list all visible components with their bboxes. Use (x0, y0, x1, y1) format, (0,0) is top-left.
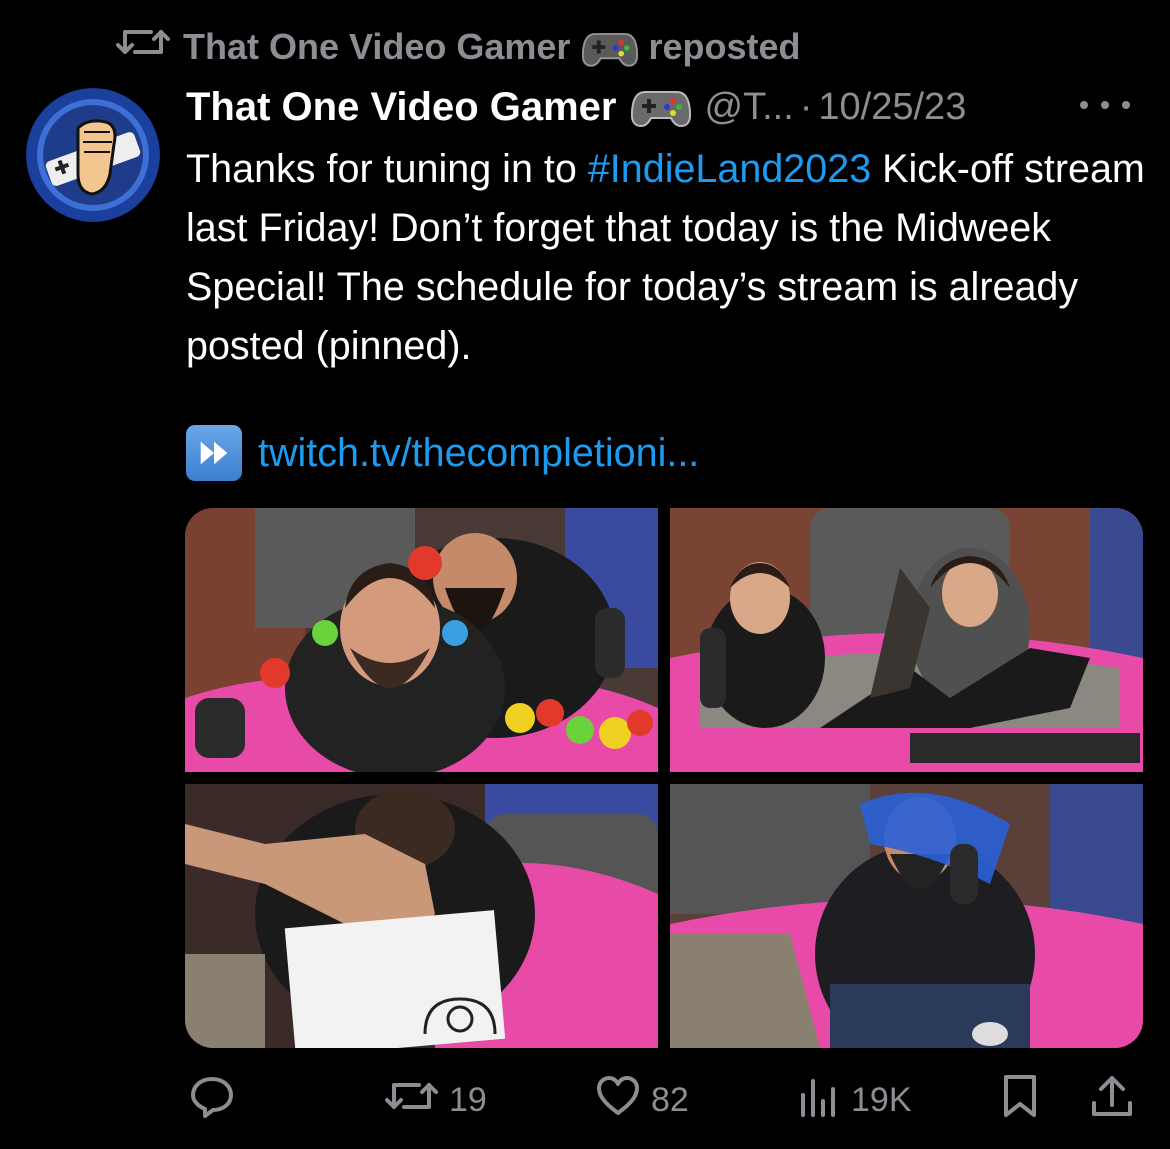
reposter-name[interactable]: That One Video Gamer (183, 26, 570, 68)
more-icon[interactable] (1080, 90, 1130, 120)
author-display-name[interactable]: That One Video Gamer (186, 85, 617, 130)
reply-button[interactable] (189, 1073, 245, 1128)
share-button[interactable] (1089, 1073, 1135, 1128)
like-count: 82 (651, 1080, 689, 1119)
views-count: 19K (851, 1080, 912, 1119)
views-icon (795, 1073, 841, 1128)
twitch-link[interactable]: twitch.tv/thecompletioni... (258, 431, 699, 476)
repost-button[interactable]: 19 (383, 1073, 487, 1128)
gamepad-emoji-icon (630, 86, 691, 128)
repost-context[interactable]: That One Video Gamer reposted (115, 22, 801, 71)
bookmark-button[interactable] (997, 1073, 1043, 1128)
bookmark-icon (997, 1073, 1043, 1128)
views-button[interactable]: 19K (795, 1073, 912, 1128)
action-bar: 19 82 19K (185, 1070, 1145, 1130)
tweet-body: Thanks for tuning in to #IndieLand2023 K… (186, 140, 1151, 376)
link-line: twitch.tv/thecompletioni... (186, 425, 699, 481)
author-handle[interactable]: @T... (705, 86, 794, 129)
tweet-date[interactable]: 10/25/23 (818, 86, 966, 129)
tweet-header: That One Video Gamer @T... · 10/25/23 (186, 80, 1150, 134)
date-separator: · (799, 85, 813, 128)
repost-count: 19 (449, 1080, 487, 1119)
hashtag-link[interactable]: #IndieLand2023 (588, 147, 871, 191)
repost-icon (115, 22, 171, 71)
photo-1[interactable] (185, 508, 658, 772)
photo-3[interactable] (185, 784, 658, 1048)
reply-icon (189, 1073, 235, 1128)
repost-icon (383, 1073, 439, 1128)
fast-forward-emoji-icon (186, 425, 242, 481)
gamepad-emoji-icon (582, 28, 639, 67)
tweet-text-part-1: Thanks for tuning in to (186, 147, 588, 191)
media-grid (185, 508, 1143, 1048)
photo-2[interactable] (670, 508, 1143, 772)
photo-4[interactable] (670, 784, 1143, 1048)
avatar[interactable] (26, 88, 160, 222)
share-icon (1089, 1073, 1135, 1128)
reposted-label: reposted (648, 25, 801, 67)
like-button[interactable]: 82 (595, 1073, 689, 1128)
heart-icon (595, 1073, 641, 1128)
